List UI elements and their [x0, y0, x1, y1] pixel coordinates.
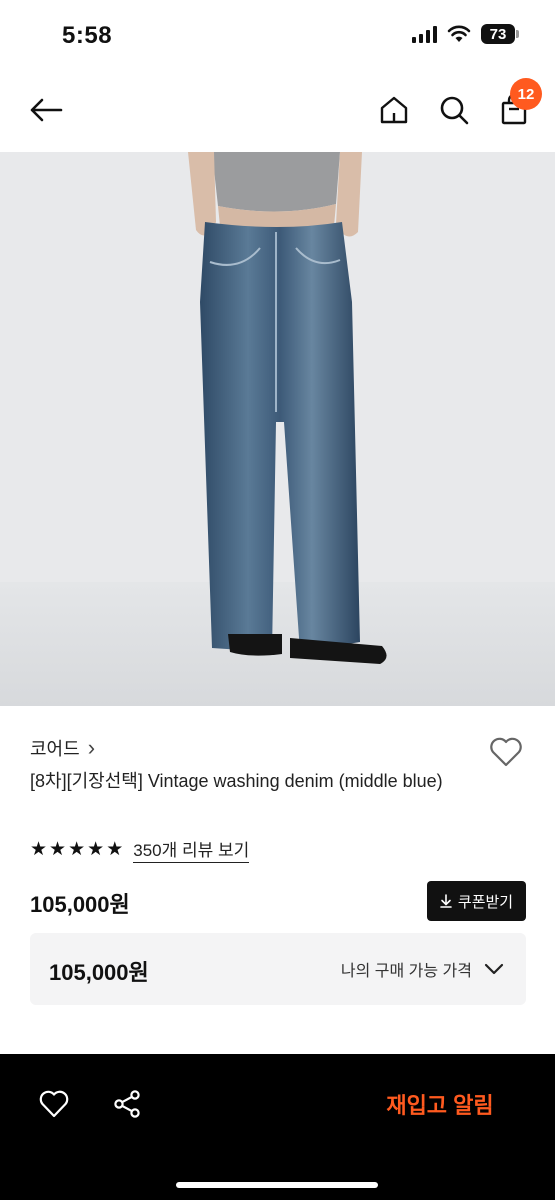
product-photo-jeans	[0, 152, 555, 706]
my-price-box: 105,000원 나의 구매 가능 가격	[30, 933, 526, 1005]
wishlist-button[interactable]	[486, 732, 526, 772]
chevron-down-icon	[484, 963, 504, 975]
my-price-toggle[interactable]: 나의 구매 가능 가격	[341, 957, 504, 981]
download-icon	[440, 894, 452, 908]
product-image[interactable]	[0, 152, 555, 706]
cellular-signal-icon	[412, 25, 437, 43]
like-button[interactable]	[36, 1086, 72, 1122]
my-price-value: 105,000원	[49, 960, 149, 985]
search-icon	[440, 96, 469, 125]
brand-link[interactable]: 코어드 ›	[30, 735, 95, 761]
my-price-label: 나의 구매 가능 가격	[340, 963, 472, 980]
brand-name: 코어드	[30, 739, 80, 759]
heart-outline-icon	[490, 737, 522, 767]
search-button[interactable]	[434, 90, 474, 130]
heart-icon	[39, 1090, 69, 1118]
restock-notify-button[interactable]: 재입고 알림	[360, 1080, 520, 1128]
star-icon: ★	[49, 838, 67, 860]
review-link[interactable]: 350개 리뷰 보기	[133, 836, 250, 863]
share-button[interactable]	[109, 1086, 145, 1122]
top-nav: 12	[0, 72, 555, 152]
home-indicator	[176, 1182, 378, 1188]
status-icons: 73	[412, 24, 519, 44]
coupon-button-label: 쿠폰받기	[457, 893, 514, 911]
cart-count-badge: 12	[510, 78, 542, 110]
star-rating: ★ ★ ★ ★ ★	[30, 838, 124, 860]
star-icon: ★	[30, 838, 48, 860]
product-title: [8차][기장선택] Vintage washing denim (middle…	[30, 771, 443, 791]
home-button[interactable]	[374, 90, 414, 130]
wifi-icon	[447, 25, 471, 42]
star-icon: ★	[87, 838, 105, 860]
share-icon	[114, 1090, 140, 1118]
back-button[interactable]	[26, 90, 66, 130]
rating-row: ★ ★ ★ ★ ★ 350개 리뷰 보기	[30, 836, 250, 863]
product-price: 105,000원	[30, 892, 130, 917]
battery-icon: 73	[481, 24, 519, 44]
star-icon: ★	[68, 838, 86, 860]
chevron-right-icon: ›	[87, 735, 96, 760]
home-icon	[380, 96, 408, 124]
bottom-action-bar: 재입고 알림	[0, 1054, 555, 1200]
arrow-left-icon	[30, 98, 63, 122]
coupon-button[interactable]: 쿠폰받기	[427, 881, 526, 921]
status-bar: 5:58 73	[0, 0, 555, 72]
status-time: 5:58	[62, 22, 113, 49]
star-icon: ★	[106, 838, 124, 860]
